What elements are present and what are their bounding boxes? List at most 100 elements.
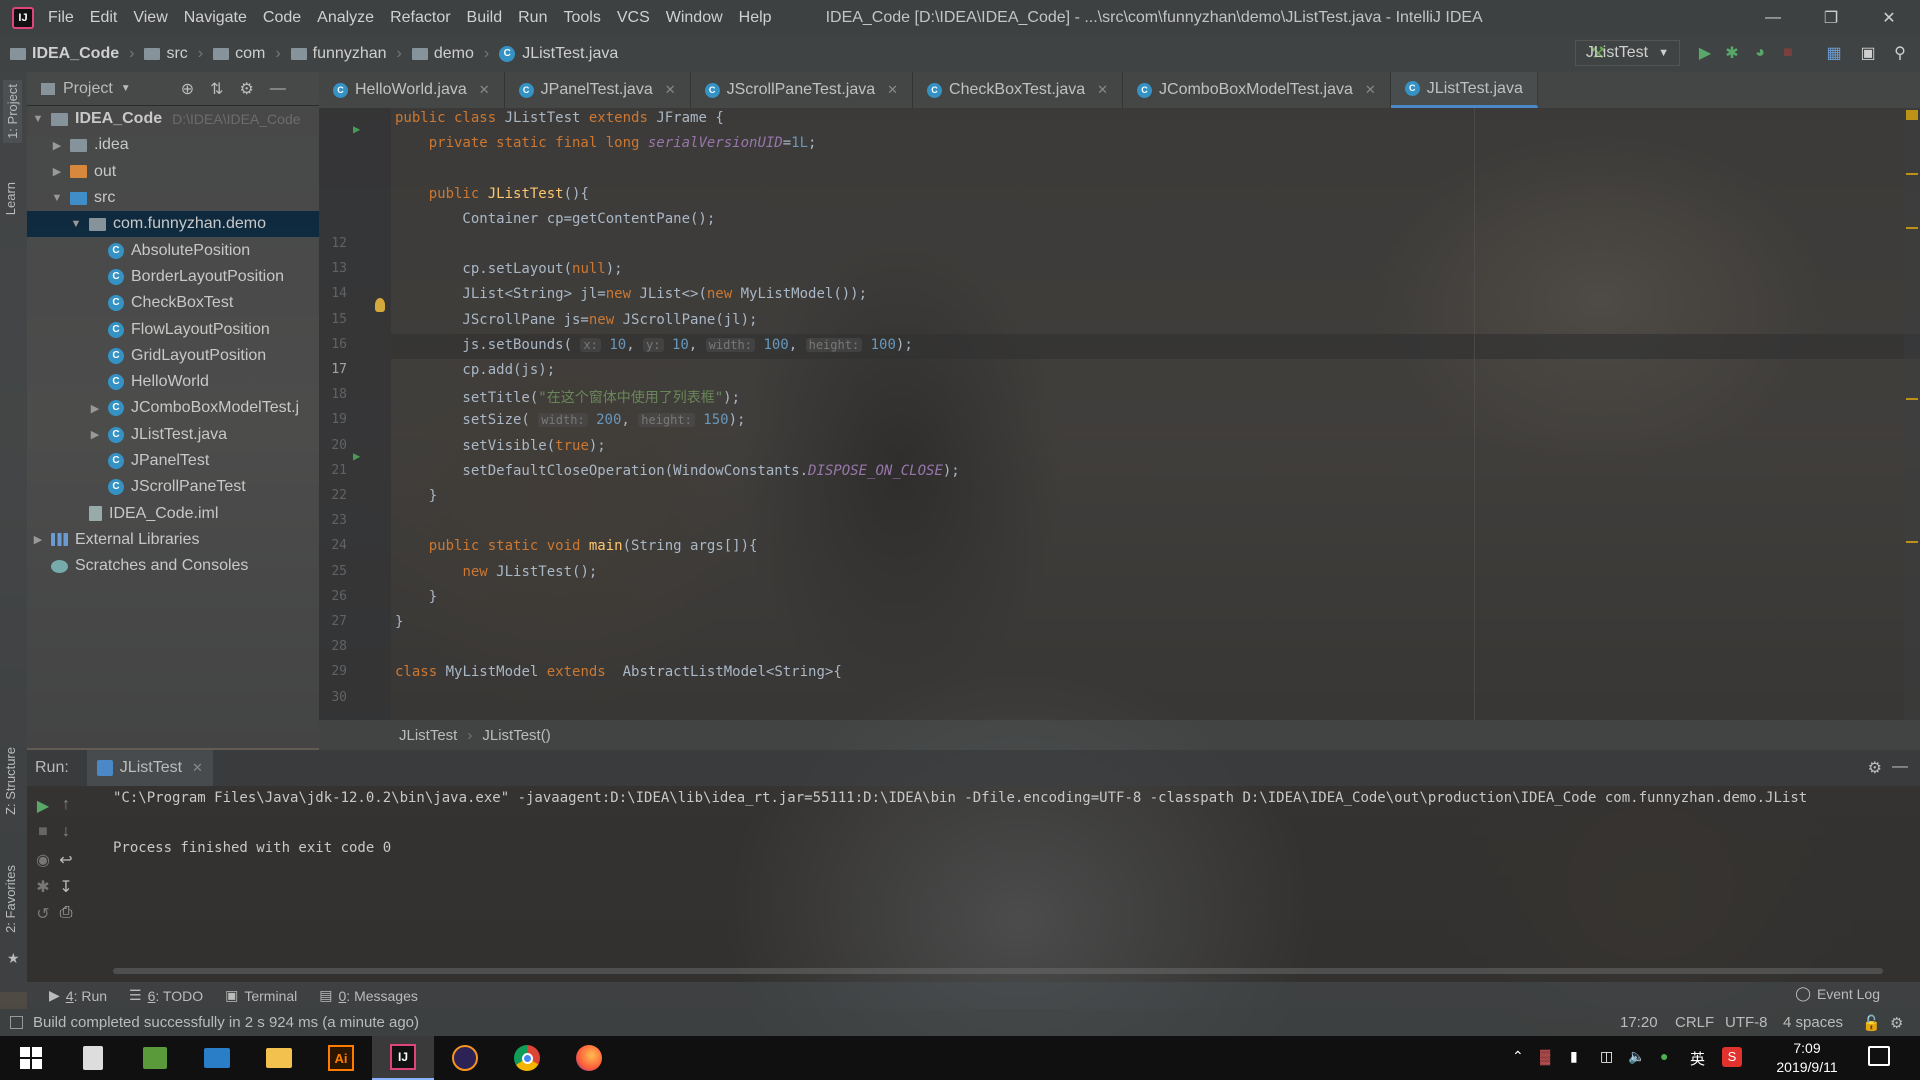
intellij-taskbar-icon[interactable]: IJ	[372, 1036, 434, 1080]
code-line[interactable]: setTitle("在这个窗体中使用了列表框");	[395, 387, 740, 407]
chevron-up-icon[interactable]: ⌃	[1512, 1048, 1524, 1065]
code-line[interactable]: setDefaultCloseOperation(WindowConstants…	[395, 463, 959, 479]
down-arrow-icon[interactable]: ↓	[55, 823, 77, 845]
breadcrumb-item[interactable]: IDEA_Code	[10, 45, 119, 63]
bottom-tab[interactable]: ▤ 0: Messages	[319, 987, 418, 1004]
layout-icon[interactable]: ▣	[1858, 43, 1878, 63]
caret-position[interactable]: 17:20	[1620, 1014, 1658, 1031]
network-icon[interactable]: ◫	[1600, 1048, 1613, 1065]
run-configuration-select[interactable]: JListTest ▼	[1574, 40, 1680, 66]
collapsed-arrow-icon[interactable]: ▶	[88, 402, 102, 415]
breadcrumb-method[interactable]: JListTest()	[482, 727, 550, 744]
tree-item[interactable]: ▼ src	[27, 185, 319, 211]
collapsed-arrow-icon[interactable]: ▶	[50, 165, 64, 178]
search-icon[interactable]: ⚲	[1890, 43, 1910, 63]
intellij-logo-icon[interactable]: IJ	[12, 6, 34, 29]
tree-item[interactable]: C HelloWorld	[27, 369, 319, 395]
minimize-button[interactable]: —	[1744, 0, 1802, 35]
code-line[interactable]: public static void main(String args[]){	[395, 538, 758, 554]
code-line[interactable]: cp.setLayout(null);	[395, 261, 622, 277]
chrome-taskbar-icon[interactable]	[496, 1036, 558, 1080]
close-icon[interactable]: ✕	[192, 760, 203, 776]
calculator-taskbar-icon[interactable]	[62, 1036, 124, 1080]
inspector-icon[interactable]: ⚙	[1890, 1014, 1903, 1032]
code-editor[interactable]: public class JListTest extends JFrame { …	[319, 108, 1920, 720]
restore-layout-icon[interactable]: ↺	[32, 904, 54, 926]
tree-item[interactable]: ▶ .idea	[27, 132, 319, 158]
bottom-tab[interactable]: ☰ 6: TODO	[129, 987, 203, 1004]
menu-view[interactable]: View	[133, 9, 167, 27]
project-tool-button[interactable]: 1: Project	[3, 80, 22, 143]
menu-edit[interactable]: Edit	[90, 9, 118, 27]
network-taskbar-icon[interactable]	[186, 1036, 248, 1080]
tree-item[interactable]: C AbsolutePosition	[27, 237, 319, 263]
expanded-arrow-icon[interactable]: ▼	[69, 218, 83, 230]
tree-item[interactable]: C JScrollPaneTest	[27, 474, 319, 500]
code-line[interactable]: public JListTest(){	[395, 186, 589, 202]
tree-item[interactable]: C GridLayoutPosition	[27, 343, 319, 369]
structure-tool-button[interactable]: Z: Structure	[3, 747, 18, 815]
breadcrumb-item[interactable]: C JListTest.java	[499, 45, 618, 63]
favorites-tool-button[interactable]: 2: Favorites	[3, 865, 18, 933]
run-icon[interactable]: ▶	[1695, 43, 1715, 63]
editor-tab[interactable]: C JComboBoxModelTest.java ✕	[1123, 72, 1391, 108]
collapse-all-icon[interactable]: ⇅	[210, 79, 223, 99]
project-pane-title[interactable]: Project	[63, 80, 113, 98]
menu-analyze[interactable]: Analyze	[317, 9, 374, 27]
menu-code[interactable]: Code	[263, 9, 301, 27]
close-icon[interactable]: ✕	[1097, 82, 1108, 98]
collapsed-arrow-icon[interactable]: ▶	[31, 533, 45, 546]
menu-tools[interactable]: Tools	[563, 9, 600, 27]
action-center-icon[interactable]	[1868, 1046, 1890, 1066]
console-horizontal-scrollbar[interactable]	[113, 968, 1883, 974]
gear-icon[interactable]: ⚙	[1868, 758, 1882, 778]
code-line[interactable]: }	[395, 488, 437, 504]
scroll-to-end-icon[interactable]: ↧	[55, 877, 77, 899]
console-output[interactable]: "C:\Program Files\Java\jdk-12.0.2\bin\ja…	[113, 786, 1807, 861]
editor-tab[interactable]: C JListTest.java	[1390, 72, 1538, 108]
tree-item[interactable]: C FlowLayoutPosition	[27, 316, 319, 342]
tree-item[interactable]: Scratches and Consoles	[27, 553, 319, 579]
editor-tab[interactable]: C CheckBoxTest.java ✕	[913, 72, 1124, 108]
editor-tab[interactable]: C HelloWorld.java ✕	[319, 72, 505, 108]
run-gutter-icon[interactable]: ▶	[353, 122, 360, 136]
start-button[interactable]	[0, 1036, 62, 1080]
stop-icon[interactable]: ■	[1778, 43, 1798, 63]
tree-item[interactable]: C CheckBoxTest	[27, 290, 319, 316]
lock-icon[interactable]: 🔓	[1862, 1014, 1881, 1032]
firefox-taskbar-icon[interactable]	[558, 1036, 620, 1080]
eclipse-taskbar-icon[interactable]	[434, 1036, 496, 1080]
tree-item[interactable]: ▼ com.funnyzhan.demo	[27, 211, 319, 238]
project-structure-icon[interactable]: ▦	[1824, 43, 1844, 63]
indent-setting[interactable]: 4 spaces	[1783, 1014, 1843, 1031]
breadcrumb-item[interactable]: com	[213, 45, 265, 63]
menu-file[interactable]: File	[48, 9, 74, 27]
bottom-tab[interactable]: ▶ 4: Run	[49, 987, 107, 1004]
stop-icon[interactable]: ■	[32, 823, 54, 845]
editor-tab[interactable]: C JPanelTest.java ✕	[505, 72, 691, 108]
lightbulb-icon[interactable]	[375, 298, 385, 312]
editor-scrollbar[interactable]	[1904, 108, 1920, 720]
coverage-icon[interactable]: ◕	[1750, 43, 1770, 63]
hide-icon[interactable]: —	[270, 80, 286, 98]
code-line[interactable]: cp.add(js);	[395, 362, 555, 378]
code-line[interactable]: JScrollPane js=new JScrollPane(jl);	[395, 312, 757, 328]
code-line[interactable]: setSize( width: 200, height: 150);	[395, 412, 745, 428]
sogou-ime-icon[interactable]: S	[1722, 1047, 1742, 1067]
gear-icon[interactable]: ⚙	[240, 79, 254, 99]
code-line[interactable]: new JListTest();	[395, 564, 597, 580]
menu-refactor[interactable]: Refactor	[390, 9, 450, 27]
chevron-down-icon[interactable]: ▼	[121, 83, 131, 94]
breadcrumb-item[interactable]: demo	[411, 45, 474, 63]
code-line[interactable]: public class JListTest extends JFrame {	[395, 110, 724, 126]
scroll-marker[interactable]	[1906, 398, 1918, 400]
learn-tool-button[interactable]: Learn	[3, 182, 18, 215]
code-line[interactable]: Container cp=getContentPane();	[395, 211, 715, 227]
file-explorer-taskbar-icon[interactable]	[248, 1036, 310, 1080]
collapsed-arrow-icon[interactable]: ▶	[50, 139, 64, 152]
hide-icon[interactable]: —	[1892, 758, 1908, 776]
code-line[interactable]: }	[395, 589, 437, 605]
tree-item[interactable]: C JPanelTest	[27, 448, 319, 474]
tree-item[interactable]: ▶ External Libraries	[27, 527, 319, 553]
clock[interactable]: 7:09 2019/9/11	[1764, 1039, 1850, 1077]
